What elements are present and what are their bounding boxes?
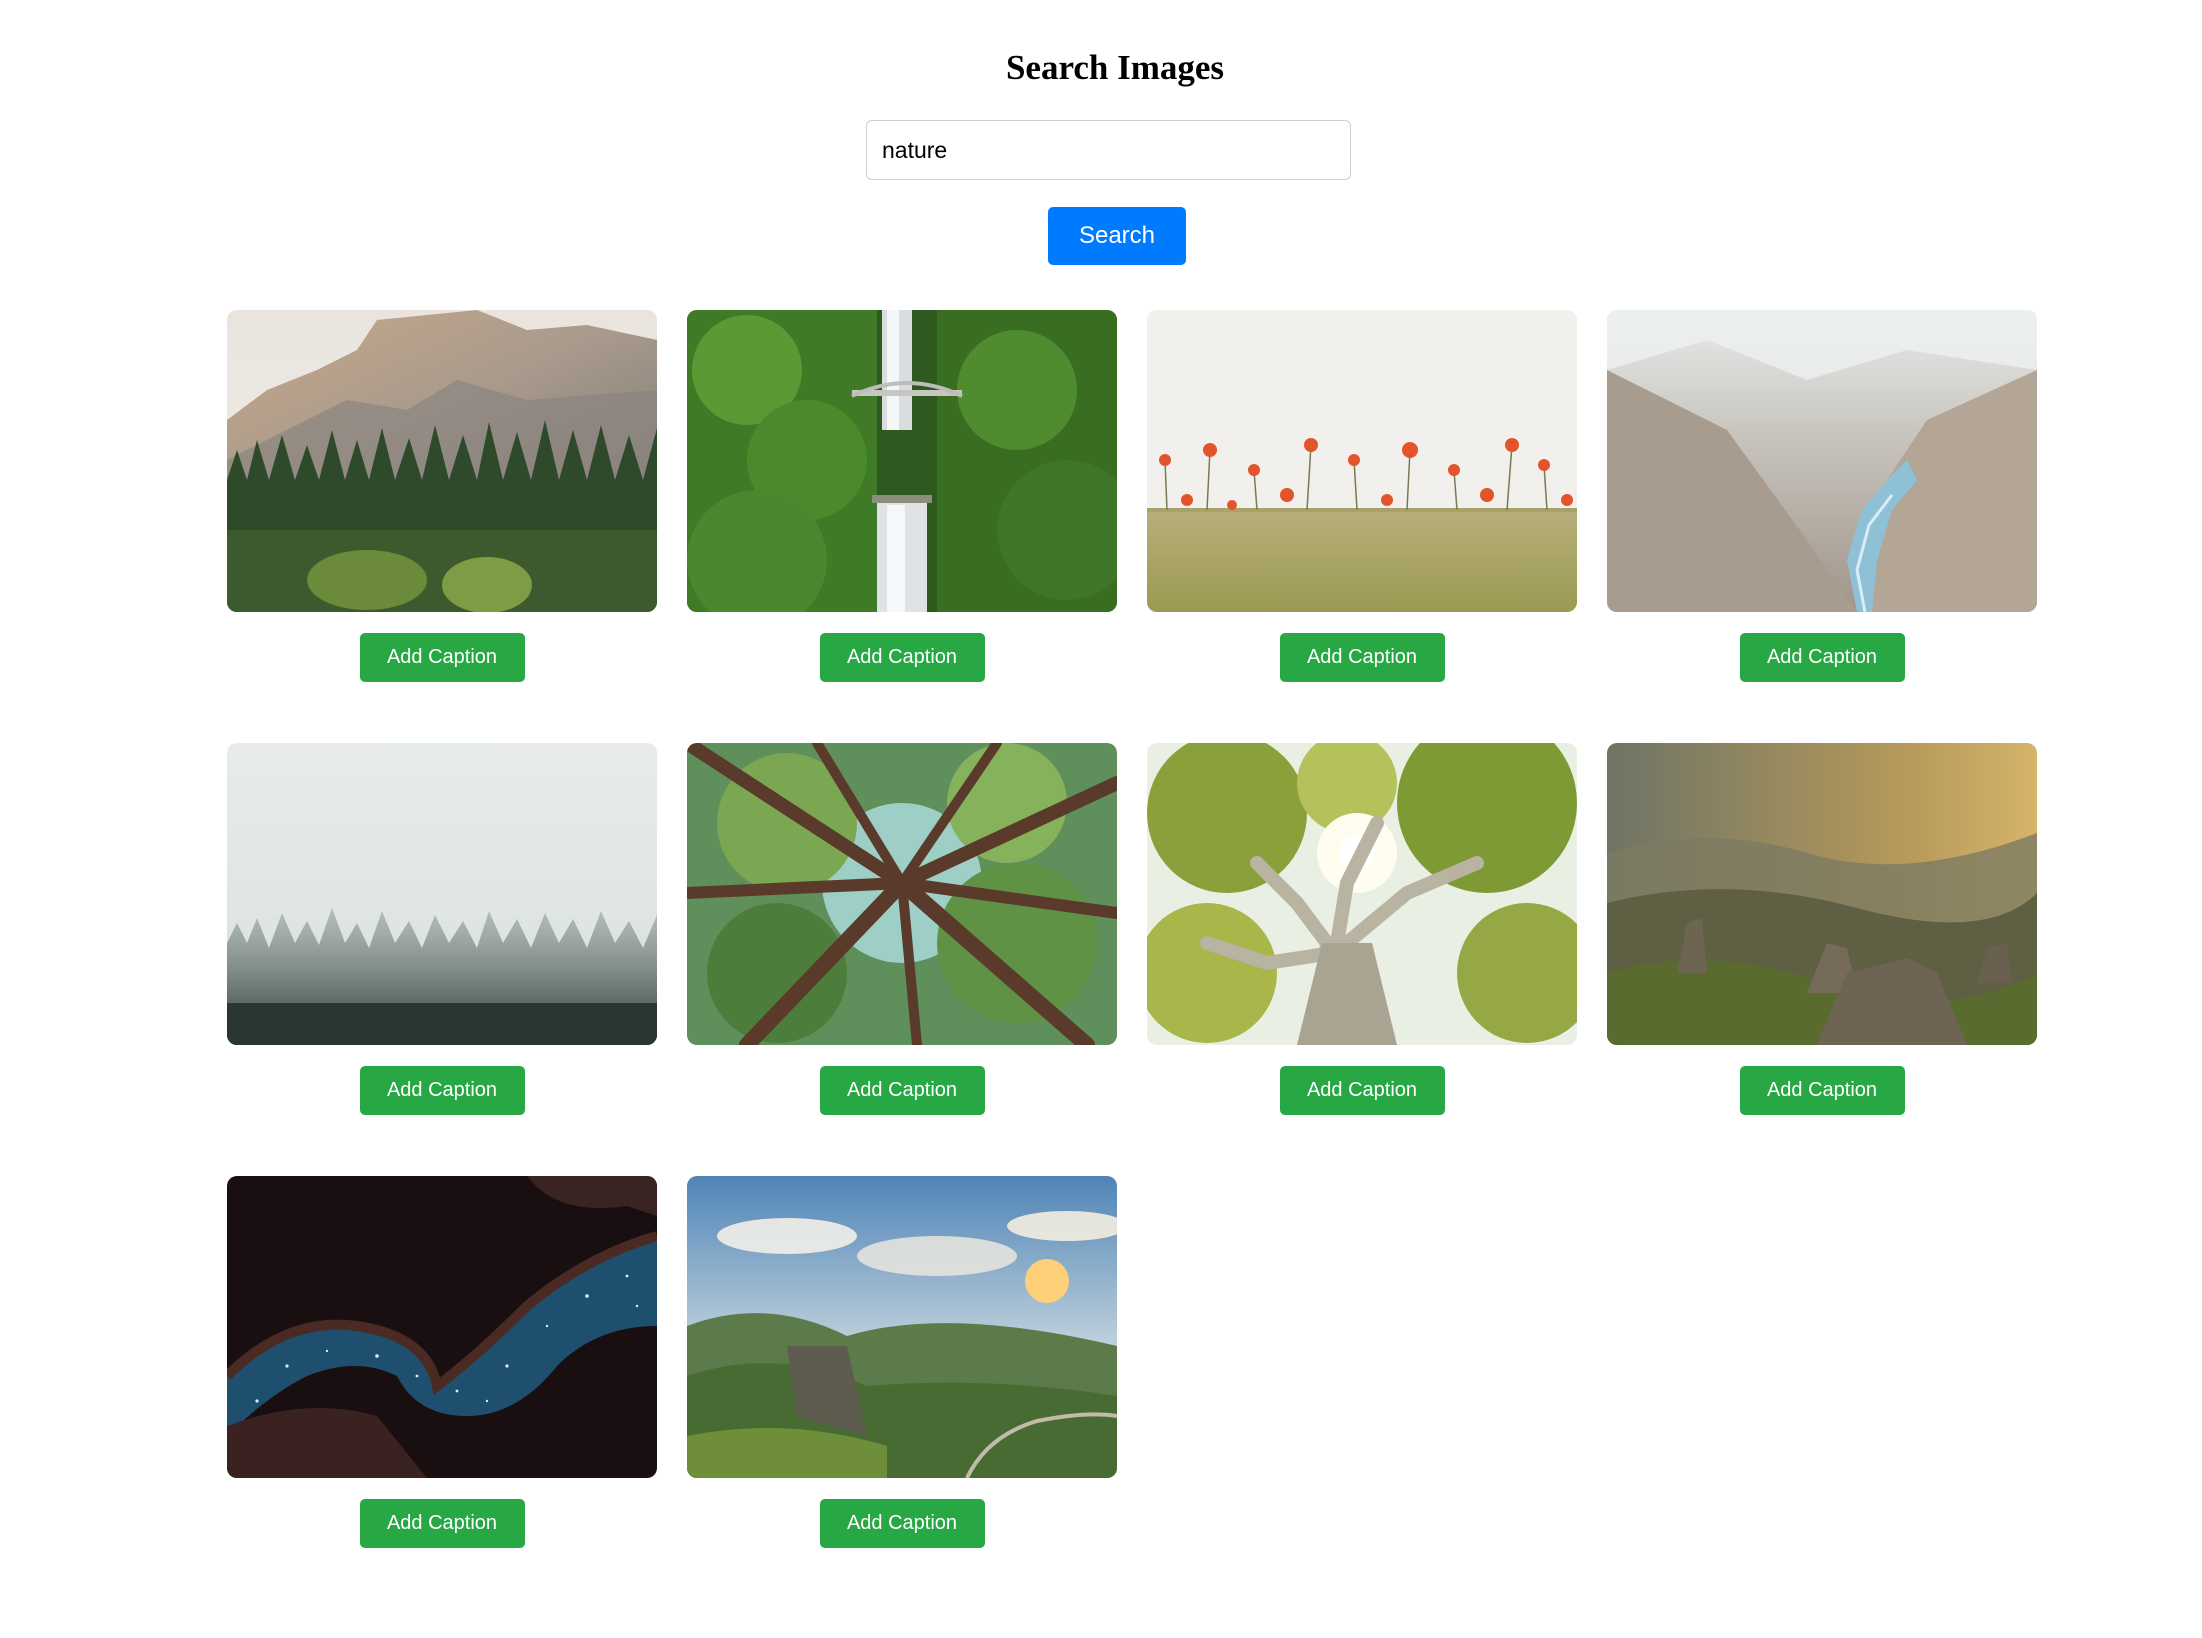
result-image[interactable] [687,310,1117,612]
search-input[interactable] [866,120,1351,180]
image-search-page: Search Images Search [0,0,2202,1638]
add-caption-button[interactable]: Add Caption [819,1499,985,1548]
image-card: Add Caption [1147,743,1577,1115]
add-caption-button[interactable]: Add Caption [1279,633,1445,682]
image-card: Add Caption [1147,310,1577,682]
result-image[interactable] [1147,310,1577,612]
add-caption-button[interactable]: Add Caption [1279,1066,1445,1115]
image-card: Add Caption [687,310,1117,682]
image-card: Add Caption [687,743,1117,1115]
image-card: Add Caption [227,310,657,682]
result-image[interactable] [227,1176,657,1478]
add-caption-button[interactable]: Add Caption [1739,633,1905,682]
add-caption-button[interactable]: Add Caption [359,1066,525,1115]
result-image[interactable] [1147,743,1577,1045]
image-results-grid: Add Caption Add Caption Add Caption Add … [227,310,2037,1548]
result-image[interactable] [227,743,657,1045]
add-caption-button[interactable]: Add Caption [819,633,985,682]
result-image[interactable] [687,1176,1117,1478]
image-card: Add Caption [227,743,657,1115]
image-card: Add Caption [687,1176,1117,1548]
add-caption-button[interactable]: Add Caption [819,1066,985,1115]
result-image[interactable] [1607,310,2037,612]
result-image[interactable] [687,743,1117,1045]
image-card: Add Caption [1607,310,2037,682]
result-image[interactable] [227,310,657,612]
add-caption-button[interactable]: Add Caption [359,1499,525,1548]
result-image[interactable] [1607,743,2037,1045]
add-caption-button[interactable]: Add Caption [1739,1066,1905,1115]
page-title: Search Images [1005,48,1225,87]
search-button[interactable]: Search [1048,207,1186,265]
image-card: Add Caption [227,1176,657,1548]
add-caption-button[interactable]: Add Caption [359,633,525,682]
image-card: Add Caption [1607,743,2037,1115]
